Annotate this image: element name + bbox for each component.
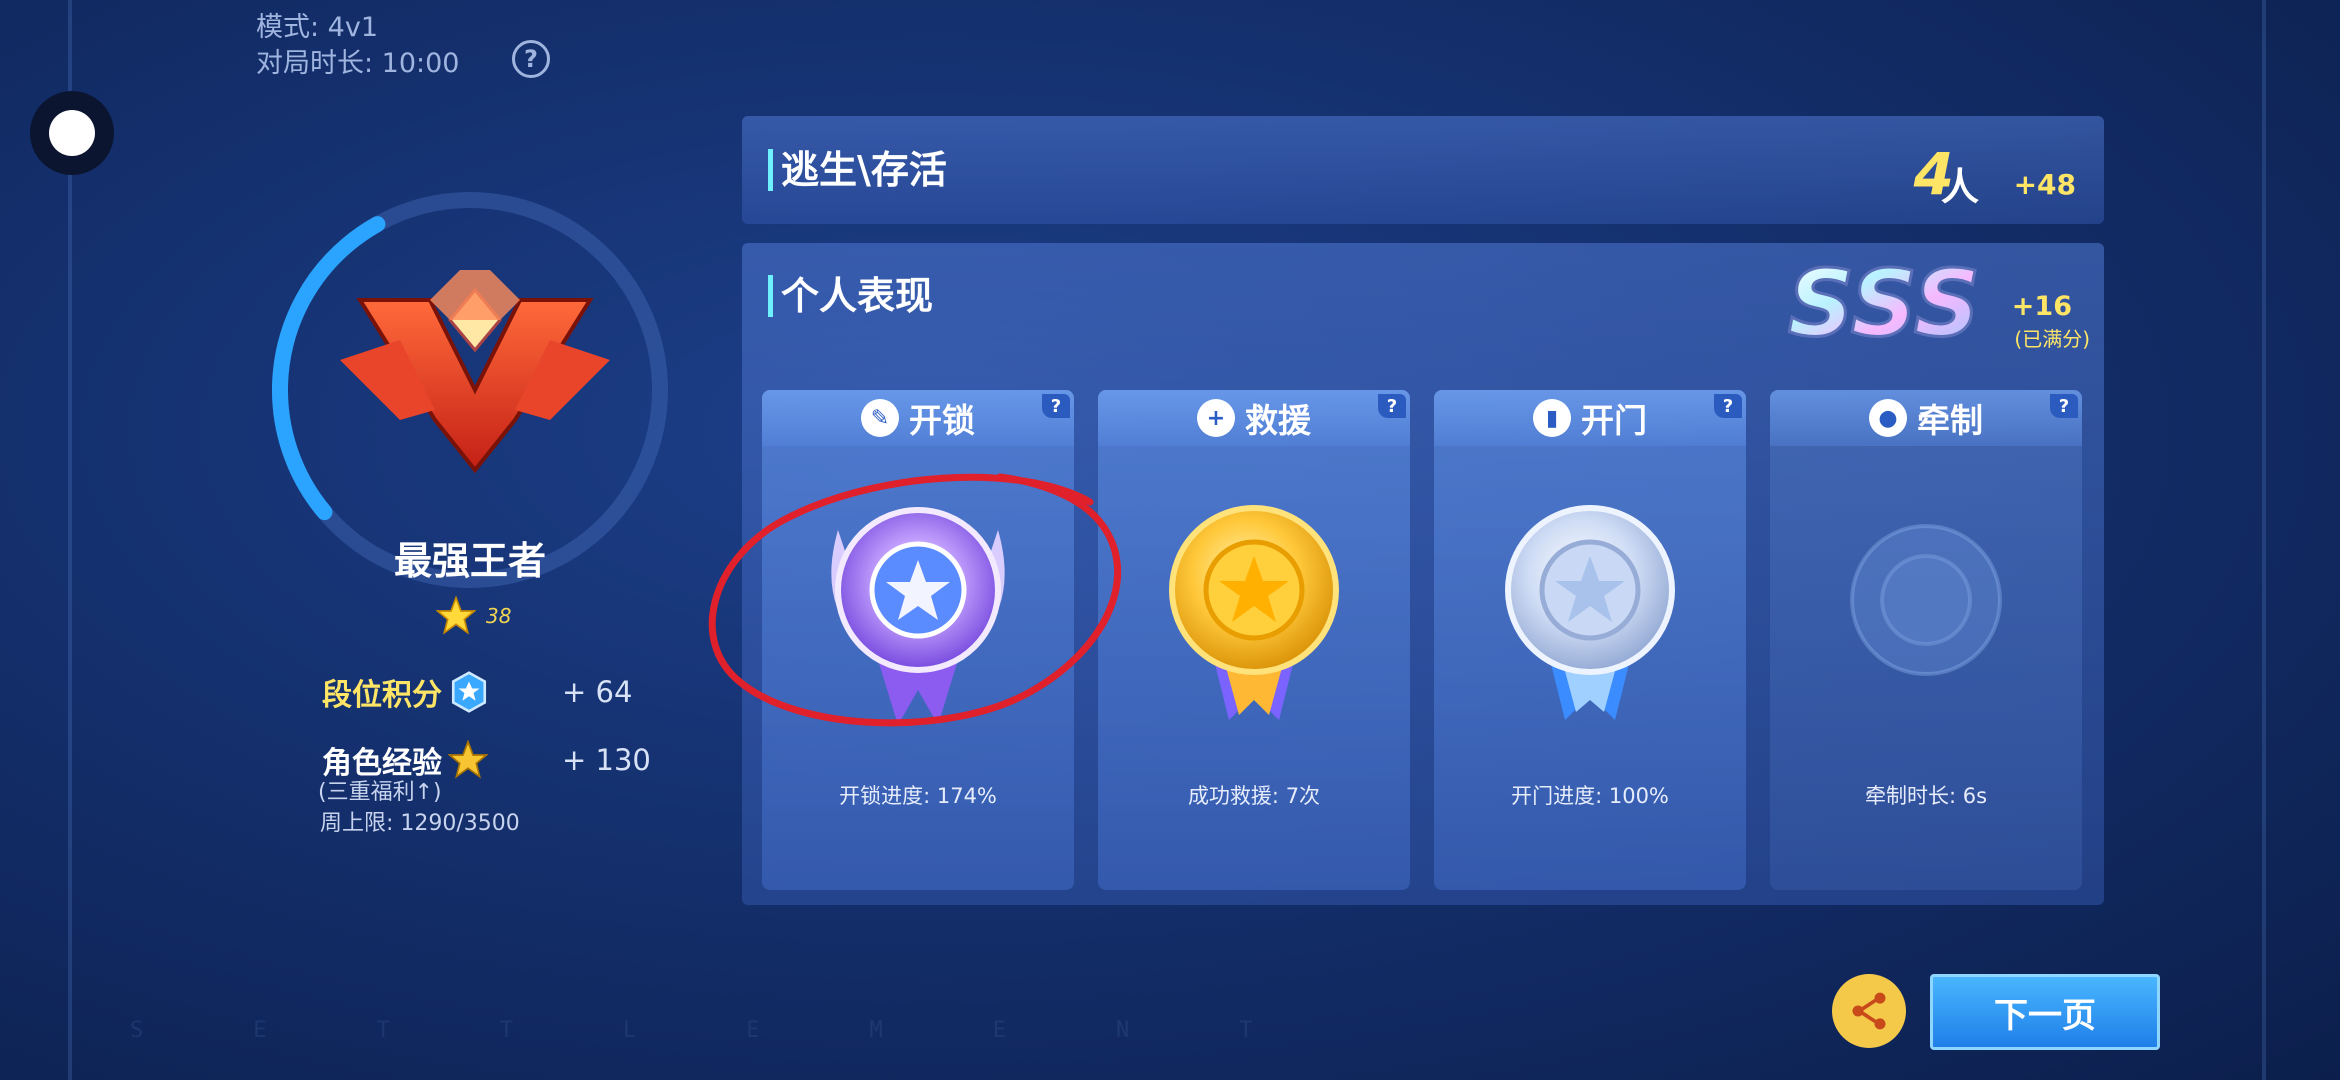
mode-text: 模式: 4v1 (256, 12, 379, 43)
card-rescue[interactable]: + 救援 ? 成功救援: 7次 (1098, 390, 1410, 890)
card-open-door[interactable]: ▮ 开门 ? 开门进度: 100% (1434, 390, 1746, 890)
card-unlock-header: ✎ 开锁 (762, 390, 1074, 446)
sss-grade-text: SSS (1788, 250, 1980, 357)
card-contain[interactable]: ● 牵制 ? 牵制时长: 6s (1770, 390, 2082, 890)
rank-points-value: + 64 (562, 675, 633, 709)
performance-title: 个人表现 (768, 275, 933, 317)
king-rank-emblem (340, 270, 610, 474)
exp-bonus-note: (三重福利↑) (318, 780, 442, 805)
card-rescue-stat: 成功救援: 7次 (1187, 784, 1321, 808)
card-rescue-help-icon[interactable]: ? (1378, 394, 1406, 418)
help-icon[interactable]: ? (512, 40, 550, 78)
rank-name: 最强王者 (393, 539, 546, 583)
record-button[interactable] (30, 91, 114, 175)
card-rescue-header: + 救援 (1098, 390, 1410, 446)
escape-unit: 人 (1940, 165, 1979, 209)
card-contain-stat: 牵制时长: 6s (1864, 784, 1988, 808)
duration-text: 对局时长: 10:00 (256, 48, 460, 80)
door-icon: ▮ (1533, 399, 1571, 437)
card-open-door-title: 开门 (1581, 401, 1647, 440)
card-open-door-header: ▮ 开门 (1434, 390, 1746, 446)
star-icon (436, 596, 476, 635)
card-open-door-stat: 开门进度: 100% (1511, 784, 1669, 808)
match-info: 模式: 4v1 对局时长: 10:00 (256, 10, 460, 83)
card-open-door-help-icon[interactable]: ? (1714, 394, 1742, 418)
rank-stars: 38 (436, 596, 511, 636)
diamond-medal-icon (831, 507, 1005, 725)
exp-value: + 130 (562, 743, 651, 777)
escape-bonus: +48 (2013, 168, 2076, 201)
star-count: 38 (486, 604, 512, 628)
record-dot-icon (49, 110, 95, 156)
card-unlock-title: 开锁 (909, 401, 975, 440)
blue-star-badge-icon (451, 671, 487, 713)
gold-star-badge-icon (448, 740, 488, 779)
share-icon (1852, 992, 1886, 1030)
card-unlock-stat: 开锁进度: 174% (839, 784, 997, 808)
escape-title: 逃生\存活 (768, 149, 947, 191)
silver-medal-icon (1505, 505, 1675, 720)
empty-medal-slot-icon (1850, 524, 2002, 676)
card-unlock-help-icon[interactable]: ? (1042, 394, 1070, 418)
next-page-button[interactable]: 下一页 (1930, 974, 2160, 1050)
performance-bonus: +16 (2011, 291, 2072, 322)
person-icon: ● (1869, 399, 1907, 437)
card-unlock[interactable]: ✎ 开锁 ? 开锁进度: 174% (762, 390, 1074, 890)
card-contain-title: 牵制 (1917, 401, 1983, 440)
gold-medal-icon (1169, 505, 1339, 720)
wrench-icon: ✎ (861, 399, 899, 437)
performance-note: (已满分) (2014, 327, 2090, 351)
card-contain-header: ● 牵制 (1770, 390, 2082, 446)
medkit-icon: + (1197, 399, 1235, 437)
card-contain-help-icon[interactable]: ? (2050, 394, 2078, 418)
escape-banner: 逃生\存活 4 人 +48 (742, 116, 2104, 224)
card-rescue-title: 救援 (1245, 401, 1311, 440)
rank-points-label: 段位积分 (322, 678, 442, 713)
weekly-limit: 周上限: 1290/3500 (320, 811, 520, 836)
share-button[interactable] (1832, 974, 1906, 1048)
sss-grade-badge: SSS (1786, 249, 1981, 359)
rank-points-row: 段位积分 + 64 (322, 670, 632, 714)
